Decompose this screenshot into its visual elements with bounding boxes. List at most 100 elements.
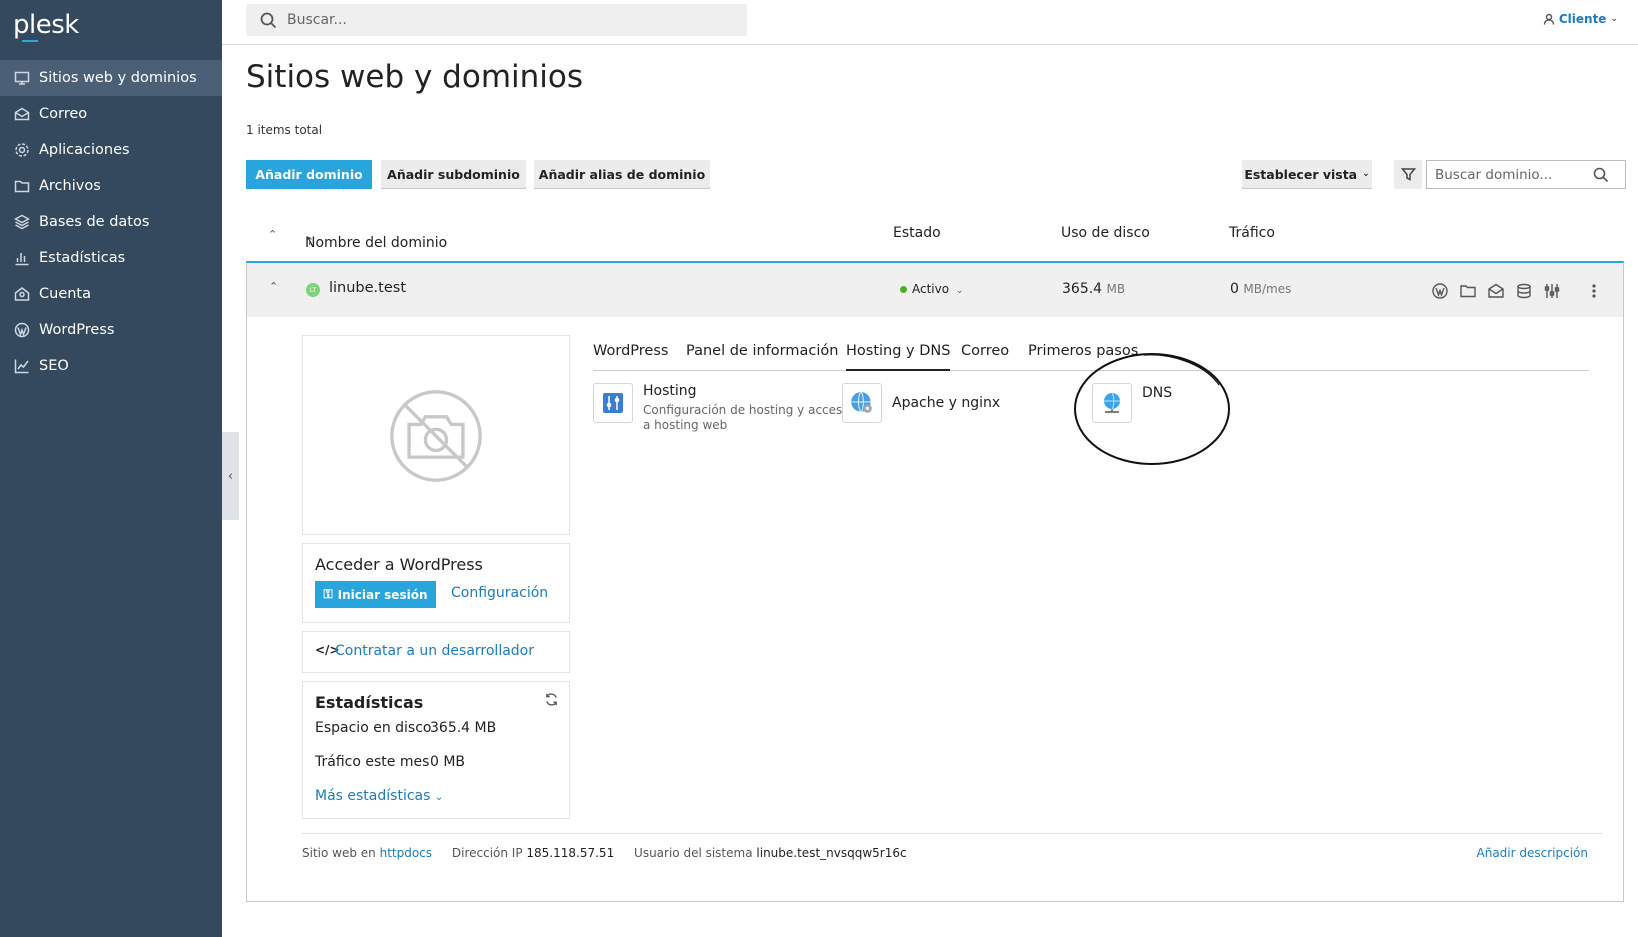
folder-icon[interactable] [1459, 282, 1477, 300]
wordpress-icon [14, 322, 30, 338]
sidebar-item-apps[interactable]: Aplicaciones [0, 132, 222, 168]
more-stats-link[interactable]: Más estadísticas ⌄ [315, 788, 443, 804]
seo-chart-icon [14, 359, 29, 374]
table-header: ⌃ Nombre del dominio ↑ Estado Uso de dis… [268, 225, 1275, 251]
account-icon [14, 287, 30, 301]
sidebar-nav: Sitios web y dominios Correo Aplicacione… [0, 60, 222, 384]
add-domain-alias-button[interactable]: Añadir alias de dominio [534, 160, 710, 189]
httpdocs-link[interactable]: httpdocs [380, 846, 432, 860]
stats-disk-value: 365.4 MB [430, 720, 497, 736]
system-user: linube.test_nvsqqw5r16c [756, 846, 907, 860]
traffic-usage: 0 MB/mes [1230, 281, 1292, 297]
sidebar-item-label: SEO [39, 358, 69, 374]
domain-search [1426, 160, 1626, 189]
topbar: Cliente ⌄ [222, 0, 1638, 45]
domain-name-link[interactable]: linube.test [329, 280, 406, 296]
plesk-logo[interactable]: plesk [13, 10, 79, 40]
tab-dashboard[interactable]: Panel de información [686, 343, 838, 371]
monitor-icon [14, 71, 30, 85]
tab-hosting-dns[interactable]: Hosting y DNS [846, 343, 951, 371]
settings-sliders-icon[interactable] [1543, 282, 1561, 300]
key-icon: ⚿ [323, 587, 333, 601]
chevron-down-icon: ⌄ [434, 792, 444, 803]
hosting-tool-desc: Configuración de hosting y acceso a host… [643, 403, 850, 432]
sidebar-item-label: WordPress [39, 322, 115, 338]
table-row[interactable]: ⌃ LT linube.test Activo ⌄ 365.4 MB 0 MB/… [247, 263, 1623, 317]
sidebar-item-websites[interactable]: Sitios web y dominios [0, 60, 222, 96]
hire-developer-link[interactable]: Contratar a un desarrollador [335, 643, 534, 659]
global-search-input[interactable] [287, 12, 727, 28]
sidebar-item-mail[interactable]: Correo [0, 96, 222, 132]
set-view-label: Establecer vista [1244, 166, 1358, 182]
domain-footer: Sitio web en httpdocs Dirección IP 185.1… [302, 846, 1588, 860]
chevron-down-icon: ⌄ [1610, 14, 1618, 24]
chevron-down-icon: ⌄ [1362, 169, 1370, 179]
sidebar-item-label: Correo [39, 106, 88, 122]
sidebar-item-files[interactable]: Archivos [0, 168, 222, 204]
bar-chart-icon [15, 253, 29, 266]
domain-search-input[interactable] [1427, 166, 1593, 183]
more-vertical-icon[interactable] [1585, 282, 1603, 300]
hosting-tool[interactable]: Hosting Configuración de hosting y acces… [593, 383, 850, 433]
wordpress-icon[interactable] [1431, 282, 1449, 300]
add-description-link[interactable]: Añadir descripción [1477, 846, 1588, 860]
database-icon[interactable] [1515, 282, 1533, 300]
sidebar-item-databases[interactable]: Bases de datos [0, 204, 222, 240]
folder-icon [14, 180, 30, 193]
row-actions [1431, 282, 1603, 300]
search-icon[interactable] [1593, 167, 1609, 183]
sidebar-item-label: Bases de datos [39, 214, 150, 230]
sidebar-item-seo[interactable]: SEO [0, 348, 222, 384]
apache-nginx-tool[interactable]: Apache y nginx [842, 383, 1000, 423]
mail-icon[interactable] [1487, 282, 1505, 300]
sidebar-item-wordpress[interactable]: WordPress [0, 312, 222, 348]
mail-icon [14, 107, 30, 121]
global-search [246, 4, 747, 36]
apache-globe-icon [842, 383, 882, 423]
footer-divider [302, 833, 1602, 834]
filter-button[interactable] [1394, 160, 1422, 189]
column-header-disk[interactable]: Uso de disco [1061, 225, 1150, 241]
stats-traffic-value: 0 MB [430, 754, 466, 770]
items-total: 1 items total [246, 123, 323, 137]
page-title: Sitios web y dominios [246, 59, 584, 95]
search-icon [260, 12, 277, 28]
add-domain-button[interactable]: Añadir dominio [246, 160, 372, 189]
user-label: Cliente [1558, 12, 1607, 26]
hosting-settings-icon [593, 383, 633, 423]
no-camera-icon [390, 390, 482, 482]
collapse-all-icon[interactable]: ⌃ [268, 228, 277, 241]
sidebar-item-stats[interactable]: Estadísticas [0, 240, 222, 276]
stats-card: Estadísticas Espacio en disco 365.4 MB T… [302, 681, 570, 819]
sidebar-collapse-button[interactable]: ‹ [222, 432, 239, 520]
site-preview[interactable] [302, 335, 570, 535]
globe-gear-icon [851, 391, 872, 413]
status-dot [900, 286, 907, 293]
set-view-button[interactable]: Establecer vista ⌄ [1242, 160, 1372, 189]
gear-icon [15, 143, 29, 157]
add-subdomain-button[interactable]: Añadir subdominio [381, 160, 526, 189]
logo-underline [22, 40, 38, 42]
tab-mail[interactable]: Correo [961, 343, 1009, 371]
sidebar-item-label: Sitios web y dominios [39, 70, 197, 86]
apache-tool-title: Apache y nginx [892, 395, 1001, 411]
status-dropdown[interactable]: Activo ⌄ [900, 282, 963, 296]
chevron-left-icon: ‹ [227, 468, 234, 484]
highlight-circle-annotation [1074, 353, 1230, 465]
login-button[interactable]: ⚿ Iniciar sesión [315, 581, 436, 608]
sidebar-item-label: Aplicaciones [39, 142, 130, 158]
tab-wordpress[interactable]: WordPress [593, 343, 668, 371]
column-header-status[interactable]: Estado [893, 225, 941, 241]
sort-arrow-icon: ↑ [305, 235, 315, 248]
sidebar: plesk Sitios web y dominios Correo Aplic… [0, 0, 222, 937]
user-menu[interactable]: Cliente ⌄ [1543, 12, 1618, 26]
refresh-icon[interactable] [544, 692, 559, 707]
wordpress-card-title: Acceder a WordPress [315, 555, 483, 574]
collapse-row-icon[interactable]: ⌃ [269, 280, 278, 293]
wordpress-card: Acceder a WordPress ⚿ Iniciar sesión Con… [302, 543, 570, 623]
sidebar-item-label: Estadísticas [39, 250, 126, 266]
developer-card: </> Contratar a un desarrollador [302, 631, 570, 673]
wordpress-config-link[interactable]: Configuración [451, 585, 548, 601]
column-header-traffic[interactable]: Tráfico [1229, 225, 1275, 241]
sidebar-item-account[interactable]: Cuenta [0, 276, 222, 312]
